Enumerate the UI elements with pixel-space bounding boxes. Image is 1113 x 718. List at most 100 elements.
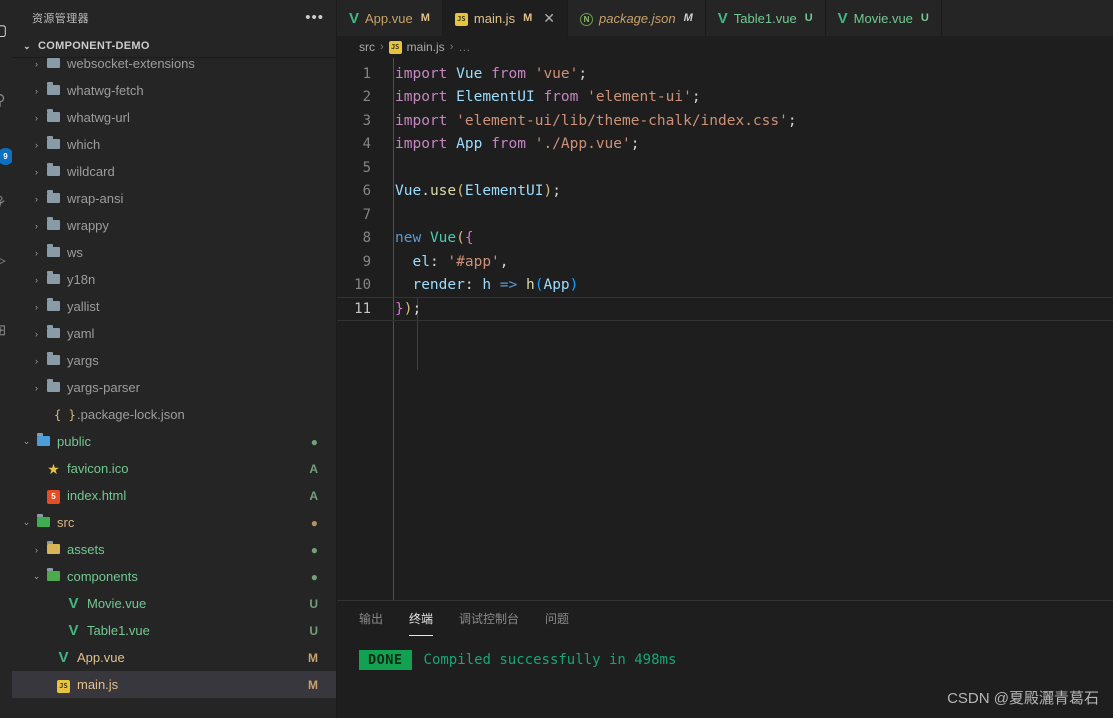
terminal-output[interactable]: DONE Compiled successfully in 498ms [337,636,1113,670]
folder-icon [47,568,60,581]
tree-item--package-lock-json[interactable]: { } .package-lock.json [12,401,336,428]
line-number: 7 [362,206,371,223]
panel-tab-输出[interactable]: 输出 [359,602,383,636]
breadcrumb-folder[interactable]: src [359,40,375,54]
explorer-sidebar: 资源管理器 ••• ⌄ COMPONENT-DEMO › websocket-ex… [12,0,337,718]
tree-item-whatwg-url[interactable]: › whatwg-url [12,104,336,131]
chevron-right-icon[interactable]: › [30,113,43,123]
tree-item-src[interactable]: ⌄ src ● [12,509,336,536]
tree-item-yallist[interactable]: › yallist [12,293,336,320]
search-icon[interactable]: ⚲ [0,88,12,112]
panel-tab-问题[interactable]: 问题 [545,602,569,636]
tree-item-assets[interactable]: › assets ● [12,536,336,563]
extensions-icon[interactable]: ⊞ [0,318,12,342]
breadcrumb-separator-2-icon: › [449,41,454,53]
editor-tab-app-vue[interactable]: V App.vue M [337,0,443,36]
run-debug-icon[interactable]: ▷ [0,248,12,272]
tab-close-icon[interactable]: ✕ [543,11,555,25]
chevron-down-icon[interactable]: ⌄ [20,436,33,447]
chevron-right-icon[interactable]: › [30,545,43,555]
git-status-badge: M [308,677,318,692]
tree-item-label: Movie.vue [87,596,147,611]
chevron-right-icon[interactable]: › [30,140,43,150]
breadcrumb-symbols[interactable]: … [458,40,470,54]
code-line-text: Vue.use(ElementUI); [395,183,561,200]
tree-item-yargs-parser[interactable]: › yargs-parser [12,374,336,401]
editor-tab-package-json[interactable]: Npackage.json M [568,0,706,36]
chevron-right-icon[interactable]: › [30,356,43,366]
file-type-icon: V [64,623,83,638]
code-editor[interactable]: 1 import Vue from 'vue'; 2 import Elemen… [337,58,1113,600]
editor-tab-bar[interactable]: V App.vue M JS main.js M ✕ Npackage.json M V Table… [337,0,1113,36]
git-status-badge: M [308,650,318,665]
file-type-icon [44,217,63,232]
file-type-icon [44,163,63,178]
tree-item-y18n[interactable]: › y18n [12,266,336,293]
activity-bar: ▢ ⚲ ⚘ 9 ▷ ⊞ [0,0,12,718]
file-tree[interactable]: › websocket-extensions › whatwg-fetch › whatw… [12,57,336,718]
folder-icon [47,82,60,95]
folder-icon [47,58,60,68]
breadcrumb-file[interactable]: main.js [407,40,445,54]
chevron-right-icon[interactable]: › [30,221,43,231]
js-file-icon: JS [57,679,70,693]
vscode-window: ▢ ⚲ ⚘ 9 ▷ ⊞ 资源管理器 ••• ⌄ COMPONENT-DEMO ›… [0,0,1113,718]
code-line: 2 import ElementUI from 'element-ui'; [337,86,1113,110]
vue-file-icon: V [349,9,360,27]
tree-item-wrap-ansi[interactable]: › wrap-ansi [12,185,336,212]
tree-item-main-js[interactable]: JS main.js M [12,671,336,698]
workspace-folder-name: COMPONENT-DEMO [38,40,150,52]
line-number: 10 [354,277,371,294]
file-type-icon [44,298,63,313]
chevron-right-icon[interactable]: › [30,302,43,312]
tree-item-favicon-ico[interactable]: ★ favicon.ico A [12,455,336,482]
code-line-text: el: '#app', [412,253,509,270]
chevron-right-icon[interactable]: › [30,329,43,339]
chevron-right-icon[interactable]: › [30,275,43,285]
tree-item-whatwg-fetch[interactable]: › whatwg-fetch [12,77,336,104]
chevron-right-icon[interactable]: › [30,86,43,96]
editor-tab-main-js[interactable]: JS main.js M ✕ [442,0,568,36]
chevron-down-icon[interactable]: ⌄ [30,571,43,582]
editor-tab-table1-vue[interactable]: V Table1.vue U [706,0,826,36]
tree-item-yargs[interactable]: › yargs [12,347,336,374]
tab-file-icon: V [718,11,728,26]
tree-item-ws[interactable]: › ws [12,239,336,266]
code-line-text: new Vue({ [395,230,474,247]
panel-tab-bar[interactable]: 输出 终端 调试控制台 问题 [337,601,1113,636]
line-number: 5 [362,159,371,176]
editor-tab-movie-vue[interactable]: V Movie.vue U [826,0,942,36]
chevron-right-icon[interactable]: › [30,59,43,69]
tree-item-wildcard[interactable]: › wildcard [12,158,336,185]
git-status-badge: A [309,461,318,476]
tree-item-wrappy[interactable]: › wrappy [12,212,336,239]
sidebar-title: 资源管理器 [32,12,89,25]
git-status-badge: ● [310,569,318,584]
tab-git-badge: M [683,12,693,24]
source-control-icon[interactable]: ⚘ [0,190,12,214]
tree-item-app-vue[interactable]: V App.vue M [12,644,336,671]
tree-item-websocket-extensions[interactable]: › websocket-extensions [12,58,336,77]
chevron-right-icon[interactable]: › [30,194,43,204]
tree-item-yaml[interactable]: › yaml [12,320,336,347]
tree-item-table1-vue[interactable]: V Table1.vue U [12,617,336,644]
breadcrumb[interactable]: src › JS main.js › … [337,36,1113,58]
folder-icon [47,109,60,122]
panel-tab-调试控制台[interactable]: 调试控制台 [459,602,519,636]
chevron-down-icon[interactable]: ⌄ [20,517,33,528]
chevron-right-icon[interactable]: › [30,167,43,177]
tree-item-components[interactable]: ⌄ components ● [12,563,336,590]
tree-item-index-html[interactable]: 5 index.html A [12,482,336,509]
explorer-icon[interactable]: ▢ [0,18,12,42]
panel-tab-终端[interactable]: 终端 [409,602,434,636]
chevron-right-icon[interactable]: › [30,383,43,393]
sidebar-more-actions-button[interactable]: ••• [297,10,332,25]
code-line: 9 el: '#app', [337,250,1113,274]
tree-item-public[interactable]: ⌄ public ● [12,428,336,455]
tree-item-label: main.js [77,677,119,692]
chevron-right-icon[interactable]: › [30,248,43,258]
tree-item-which[interactable]: › which [12,131,336,158]
tree-item-movie-vue[interactable]: V Movie.vue U [12,590,336,617]
tab-git-badge: M [523,12,533,24]
folder-section-header[interactable]: ⌄ COMPONENT-DEMO [12,35,336,57]
